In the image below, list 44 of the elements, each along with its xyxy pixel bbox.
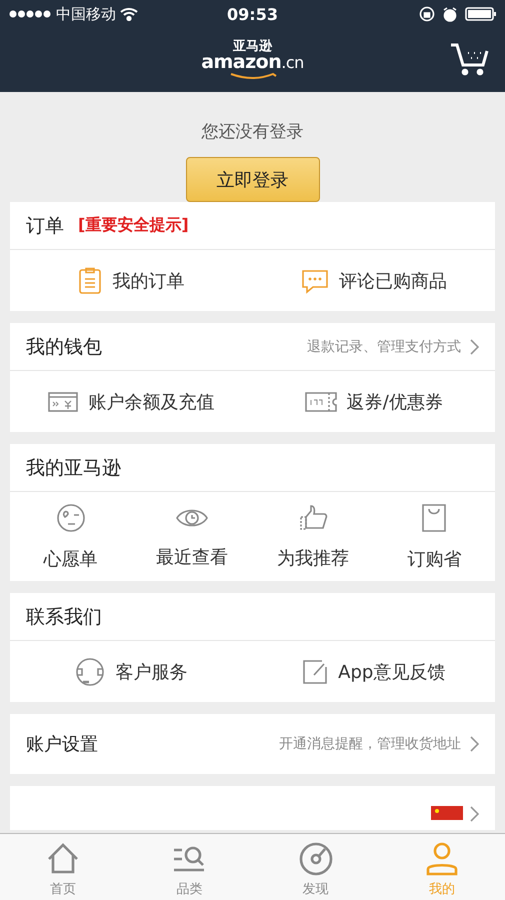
carrier-name: 中国移动 xyxy=(56,4,116,24)
flag-icon xyxy=(431,806,463,820)
clock-time: 09:53 xyxy=(227,4,278,24)
menu-item-label[interactable]: 返券/优惠券 xyxy=(346,390,443,414)
person-icon xyxy=(424,842,459,876)
menu-item-label[interactable]: 客户服务 xyxy=(115,660,188,684)
section-hint[interactable]: 退款记录、管理支付方式 xyxy=(307,338,461,356)
section-hint: 开通消息提醒，管理收货地址 xyxy=(279,735,461,753)
login-button[interactable]: 立即登录 xyxy=(186,157,320,202)
menu-item-label[interactable]: App意见反馈 xyxy=(338,660,446,684)
settings-label[interactable]: 账户设置 xyxy=(26,732,98,756)
menu-item-label[interactable]: 为我推荐 xyxy=(277,546,350,570)
gauge-icon xyxy=(298,842,333,876)
section-title: 订单 xyxy=(26,214,64,238)
thumbs-up-icon xyxy=(298,504,328,532)
signal-icon xyxy=(8,9,52,19)
section-title: 我的亚马逊 xyxy=(26,456,121,480)
chevron-right-icon xyxy=(469,736,479,752)
wallet-card-icon xyxy=(48,390,78,412)
cart-icon[interactable] xyxy=(449,42,489,76)
chevron-right-icon xyxy=(469,338,479,354)
wifi-icon xyxy=(120,7,138,21)
alarm-icon xyxy=(443,6,457,22)
bag-icon xyxy=(421,502,448,532)
headset-icon xyxy=(75,656,106,686)
chevron-right-icon xyxy=(469,806,479,822)
home-icon xyxy=(46,842,80,876)
rotation-lock-icon xyxy=(419,6,435,22)
menu-item-label[interactable]: 心愿单 xyxy=(44,546,98,570)
edit-icon xyxy=(302,658,328,684)
menu-item-label[interactable]: 评论已购商品 xyxy=(338,268,447,292)
login-prompt: 您还没有登录 xyxy=(202,121,304,143)
battery-icon xyxy=(465,7,497,21)
chat-icon xyxy=(300,268,329,294)
amazon-logo[interactable]: 亚马逊 amazon.cn xyxy=(201,40,304,80)
list-icon xyxy=(78,266,102,294)
menu-item-label[interactable]: 最近查看 xyxy=(156,544,228,568)
section-title: 我的钱包 xyxy=(26,334,102,360)
security-notice-link[interactable]: [重要安全提示] xyxy=(78,215,189,236)
menu-item-label[interactable]: 账户余额及充值 xyxy=(88,390,214,414)
section-title: 联系我们 xyxy=(26,604,102,630)
ticket-icon xyxy=(304,390,337,412)
menu-item-label[interactable]: 订购省 xyxy=(407,546,462,570)
menu-item-label[interactable]: 我的订单 xyxy=(112,268,184,292)
